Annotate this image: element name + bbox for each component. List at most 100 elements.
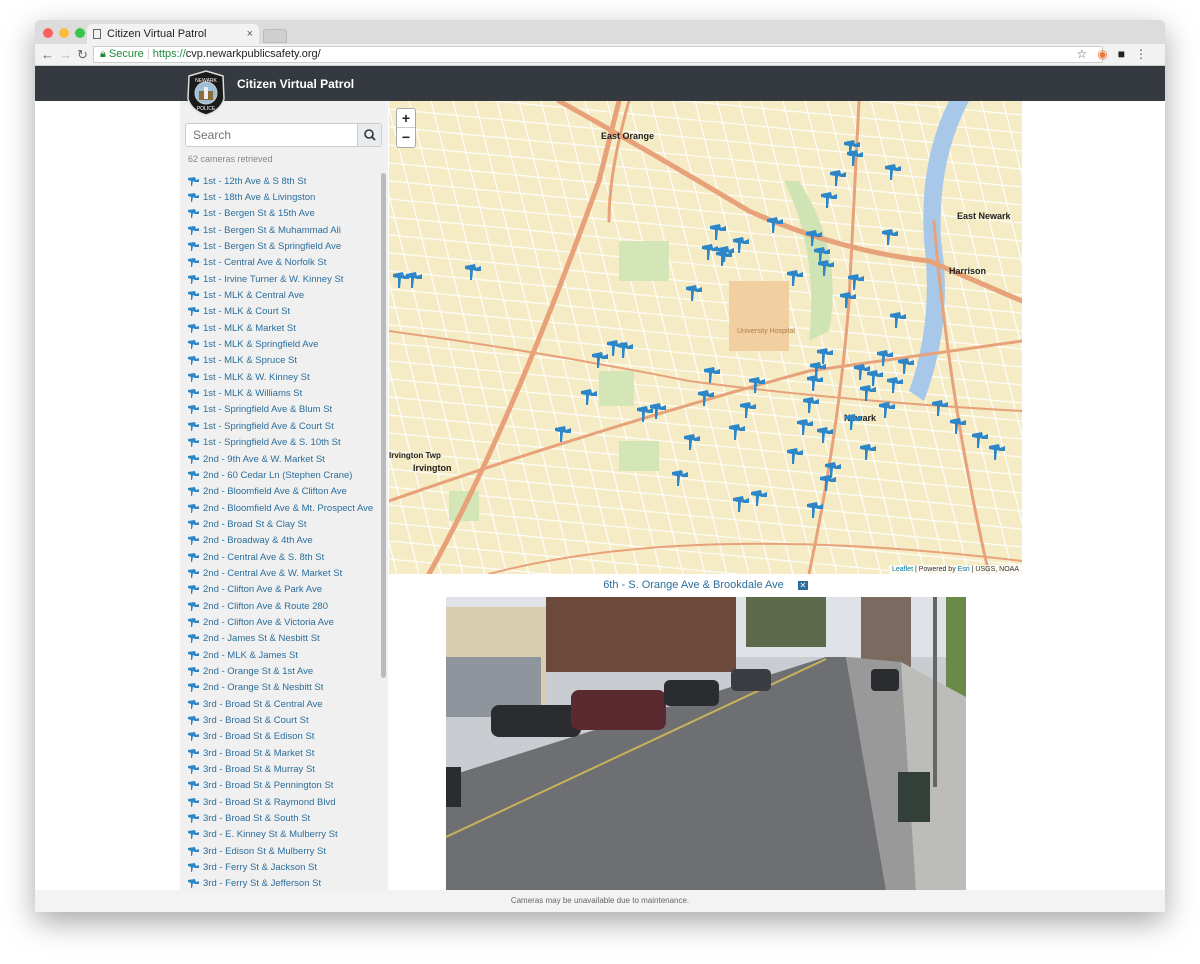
camera-marker[interactable]	[617, 342, 633, 358]
camera-sidebar: 62 cameras retrieved 1st - 12th Ave & S …	[180, 101, 388, 890]
camera-marker[interactable]	[684, 434, 700, 450]
camera-list-item[interactable]: 1st - MLK & Market St	[188, 320, 378, 336]
camera-marker[interactable]	[465, 264, 481, 280]
camera-list-item[interactable]: 2nd - Central Ave & S. 8th St	[188, 549, 378, 565]
camera-list-item[interactable]: 2nd - 9th Ave & W. Market St	[188, 451, 378, 467]
zoom-out-button[interactable]: −	[397, 128, 415, 147]
close-tab-icon[interactable]: ×	[247, 24, 253, 44]
camera-marker[interactable]	[820, 475, 836, 491]
forward-icon[interactable]: →	[59, 47, 72, 62]
browser-tab[interactable]: Citizen Virtual Patrol ×	[87, 24, 259, 44]
svg-text:POLICE: POLICE	[197, 106, 216, 112]
camera-list-item[interactable]: 3rd - Ferry St & Jackson St	[188, 859, 378, 875]
camera-marker[interactable]	[817, 348, 833, 364]
maximize-window-button[interactable]	[75, 28, 85, 38]
camera-list-item[interactable]: 1st - MLK & Williams St	[188, 385, 378, 401]
camera-list-item[interactable]: 1st - 12th Ave & S 8th St	[188, 173, 378, 189]
camera-list-item[interactable]: 2nd - MLK & James St	[188, 647, 378, 663]
camera-list-item[interactable]: 1st - MLK & W. Kinney St	[188, 369, 378, 385]
camera-marker[interactable]	[704, 367, 720, 383]
newark-police-badge-logo[interactable]: NEWARK POLICE	[185, 69, 227, 117]
camera-feed[interactable]	[446, 597, 966, 890]
camera-list-item[interactable]: 1st - Bergen St & 15th Ave	[188, 206, 378, 222]
camera-list-item[interactable]: 2nd - 60 Cedar Ln (Stephen Crane)	[188, 467, 378, 483]
camera-marker[interactable]	[607, 340, 623, 356]
camera-list-label: 1st - Bergen St & Springfield Ave	[203, 241, 342, 253]
camera-icon	[188, 487, 199, 497]
camera-list-item[interactable]: 3rd - Broad St & South St	[188, 810, 378, 826]
browser-window: Citizen Virtual Patrol × ← → ↻ 🔒︎ Secure …	[35, 20, 1165, 912]
camera-list-item[interactable]: 1st - Bergen St & Muhammad Ali	[188, 222, 378, 238]
camera-list-item[interactable]: 2nd - Broad St & Clay St	[188, 516, 378, 532]
camera-list-item[interactable]: 2nd - Clifton Ave & Park Ave	[188, 582, 378, 598]
new-tab-button[interactable]	[263, 29, 287, 43]
camera-marker[interactable]	[898, 358, 914, 374]
camera-list-item[interactable]: 3rd - Broad St & Raymond Blvd	[188, 794, 378, 810]
close-icon[interactable]: ✕	[797, 580, 808, 590]
camera-list-item[interactable]: 1st - Irvine Turner & W. Kinney St	[188, 271, 378, 287]
camera-list-item[interactable]: 2nd - Clifton Ave & Victoria Ave	[188, 614, 378, 630]
camera-list-item[interactable]: 1st - Bergen St & Springfield Ave	[188, 238, 378, 254]
zoom-in-button[interactable]: +	[397, 109, 415, 128]
camera-marker[interactable]	[950, 418, 966, 434]
search-button[interactable]	[357, 124, 381, 146]
camera-list-item[interactable]: 2nd - Central Ave & W. Market St	[188, 565, 378, 581]
camera-marker[interactable]	[787, 270, 803, 286]
camera-marker[interactable]	[555, 426, 571, 442]
camera-list-item[interactable]: 1st - MLK & Court St	[188, 304, 378, 320]
camera-list-item[interactable]: 1st - Central Ave & Norfolk St	[188, 255, 378, 271]
camera-list-item[interactable]: 3rd - Broad St & Murray St	[188, 761, 378, 777]
camera-list-item[interactable]: 1st - MLK & Springfield Ave	[188, 336, 378, 352]
camera-list-item[interactable]: 3rd - Broad St & Pennington St	[188, 778, 378, 794]
leaflet-link[interactable]: Leaflet	[892, 566, 913, 573]
camera-list-item[interactable]: 1st - 18th Ave & Livingston	[188, 189, 378, 205]
camera-list-item[interactable]: 3rd - Edison St & Mulberry St	[188, 843, 378, 859]
camera-marker[interactable]	[733, 496, 749, 512]
footer-notice: Cameras may be unavailable due to mainte…	[35, 890, 1165, 912]
camera-marker[interactable]	[879, 402, 895, 418]
camera-list-item[interactable]: 3rd - Broad St & Court St	[188, 712, 378, 728]
camera-marker[interactable]	[702, 244, 718, 260]
scrollbar-thumb[interactable]	[381, 173, 386, 678]
site-title[interactable]: Citizen Virtual Patrol	[237, 77, 354, 91]
camera-list-item[interactable]: 1st - Springfield Ave & S. 10th St	[188, 435, 378, 451]
camera-list-item[interactable]: 3rd - E. Kinney St & Mulberry St	[188, 827, 378, 843]
camera-list-item[interactable]: 2nd - Orange St & Nesbitt St	[188, 680, 378, 696]
extension-icon[interactable]: ◉	[1097, 47, 1117, 61]
camera-list-item[interactable]: 1st - Springfield Ave & Blum St	[188, 402, 378, 418]
camera-list-item[interactable]: 2nd - Orange St & 1st Ave	[188, 663, 378, 679]
esri-link[interactable]: Esri	[958, 566, 970, 573]
list-scrollbar[interactable]	[381, 173, 386, 888]
camera-list-item[interactable]: 2nd - Broadway & 4th Ave	[188, 533, 378, 549]
camera-list-item[interactable]: 3rd - Broad St & Central Ave	[188, 696, 378, 712]
camera-list-item[interactable]: 1st - MLK & Central Ave	[188, 287, 378, 303]
reload-icon[interactable]: ↻	[77, 47, 88, 63]
camera-map[interactable]: +− East Orange East Newark Harrison Newa…	[389, 101, 1022, 574]
menu-icon[interactable]: ⋮	[1135, 47, 1157, 61]
camera-list-item[interactable]: 1st - Springfield Ave & Court St	[188, 418, 378, 434]
search-input[interactable]	[186, 124, 356, 146]
bookmark-star-icon[interactable]: ☆	[1077, 47, 1098, 61]
camera-icon	[188, 340, 199, 350]
camera-list-item[interactable]: 2nd - Bloomfield Ave & Mt. Prospect Ave	[188, 500, 378, 516]
camera-marker[interactable]	[740, 402, 756, 418]
camera-list-item[interactable]: 2nd - Clifton Ave & Route 280	[188, 598, 378, 614]
camera-marker[interactable]	[830, 170, 846, 186]
camera-marker[interactable]	[860, 385, 876, 401]
url-input[interactable]: 🔒︎ Secure | https://cvp.newarkpublicsafe…	[93, 46, 1103, 63]
camera-marker[interactable]	[885, 164, 901, 180]
extension-owl-icon[interactable]: ■	[1118, 47, 1135, 61]
camera-list-item[interactable]: 3rd - Broad St & Market St	[188, 745, 378, 761]
camera-list-item[interactable]: 3rd - Broad St & Edison St	[188, 729, 378, 745]
camera-marker[interactable]	[710, 224, 726, 240]
camera-icon	[188, 797, 199, 807]
camera-list-item[interactable]: 2nd - Bloomfield Ave & Clifton Ave	[188, 484, 378, 500]
minimize-window-button[interactable]	[59, 28, 69, 38]
back-icon[interactable]: ←	[41, 47, 54, 62]
camera-marker[interactable]	[787, 448, 803, 464]
camera-icon	[188, 716, 199, 726]
close-window-button[interactable]	[43, 28, 53, 38]
camera-list-item[interactable]: 1st - MLK & Spruce St	[188, 353, 378, 369]
camera-list-label: 1st - 18th Ave & Livingston	[203, 192, 316, 204]
camera-list-item[interactable]: 2nd - James St & Nesbitt St	[188, 631, 378, 647]
